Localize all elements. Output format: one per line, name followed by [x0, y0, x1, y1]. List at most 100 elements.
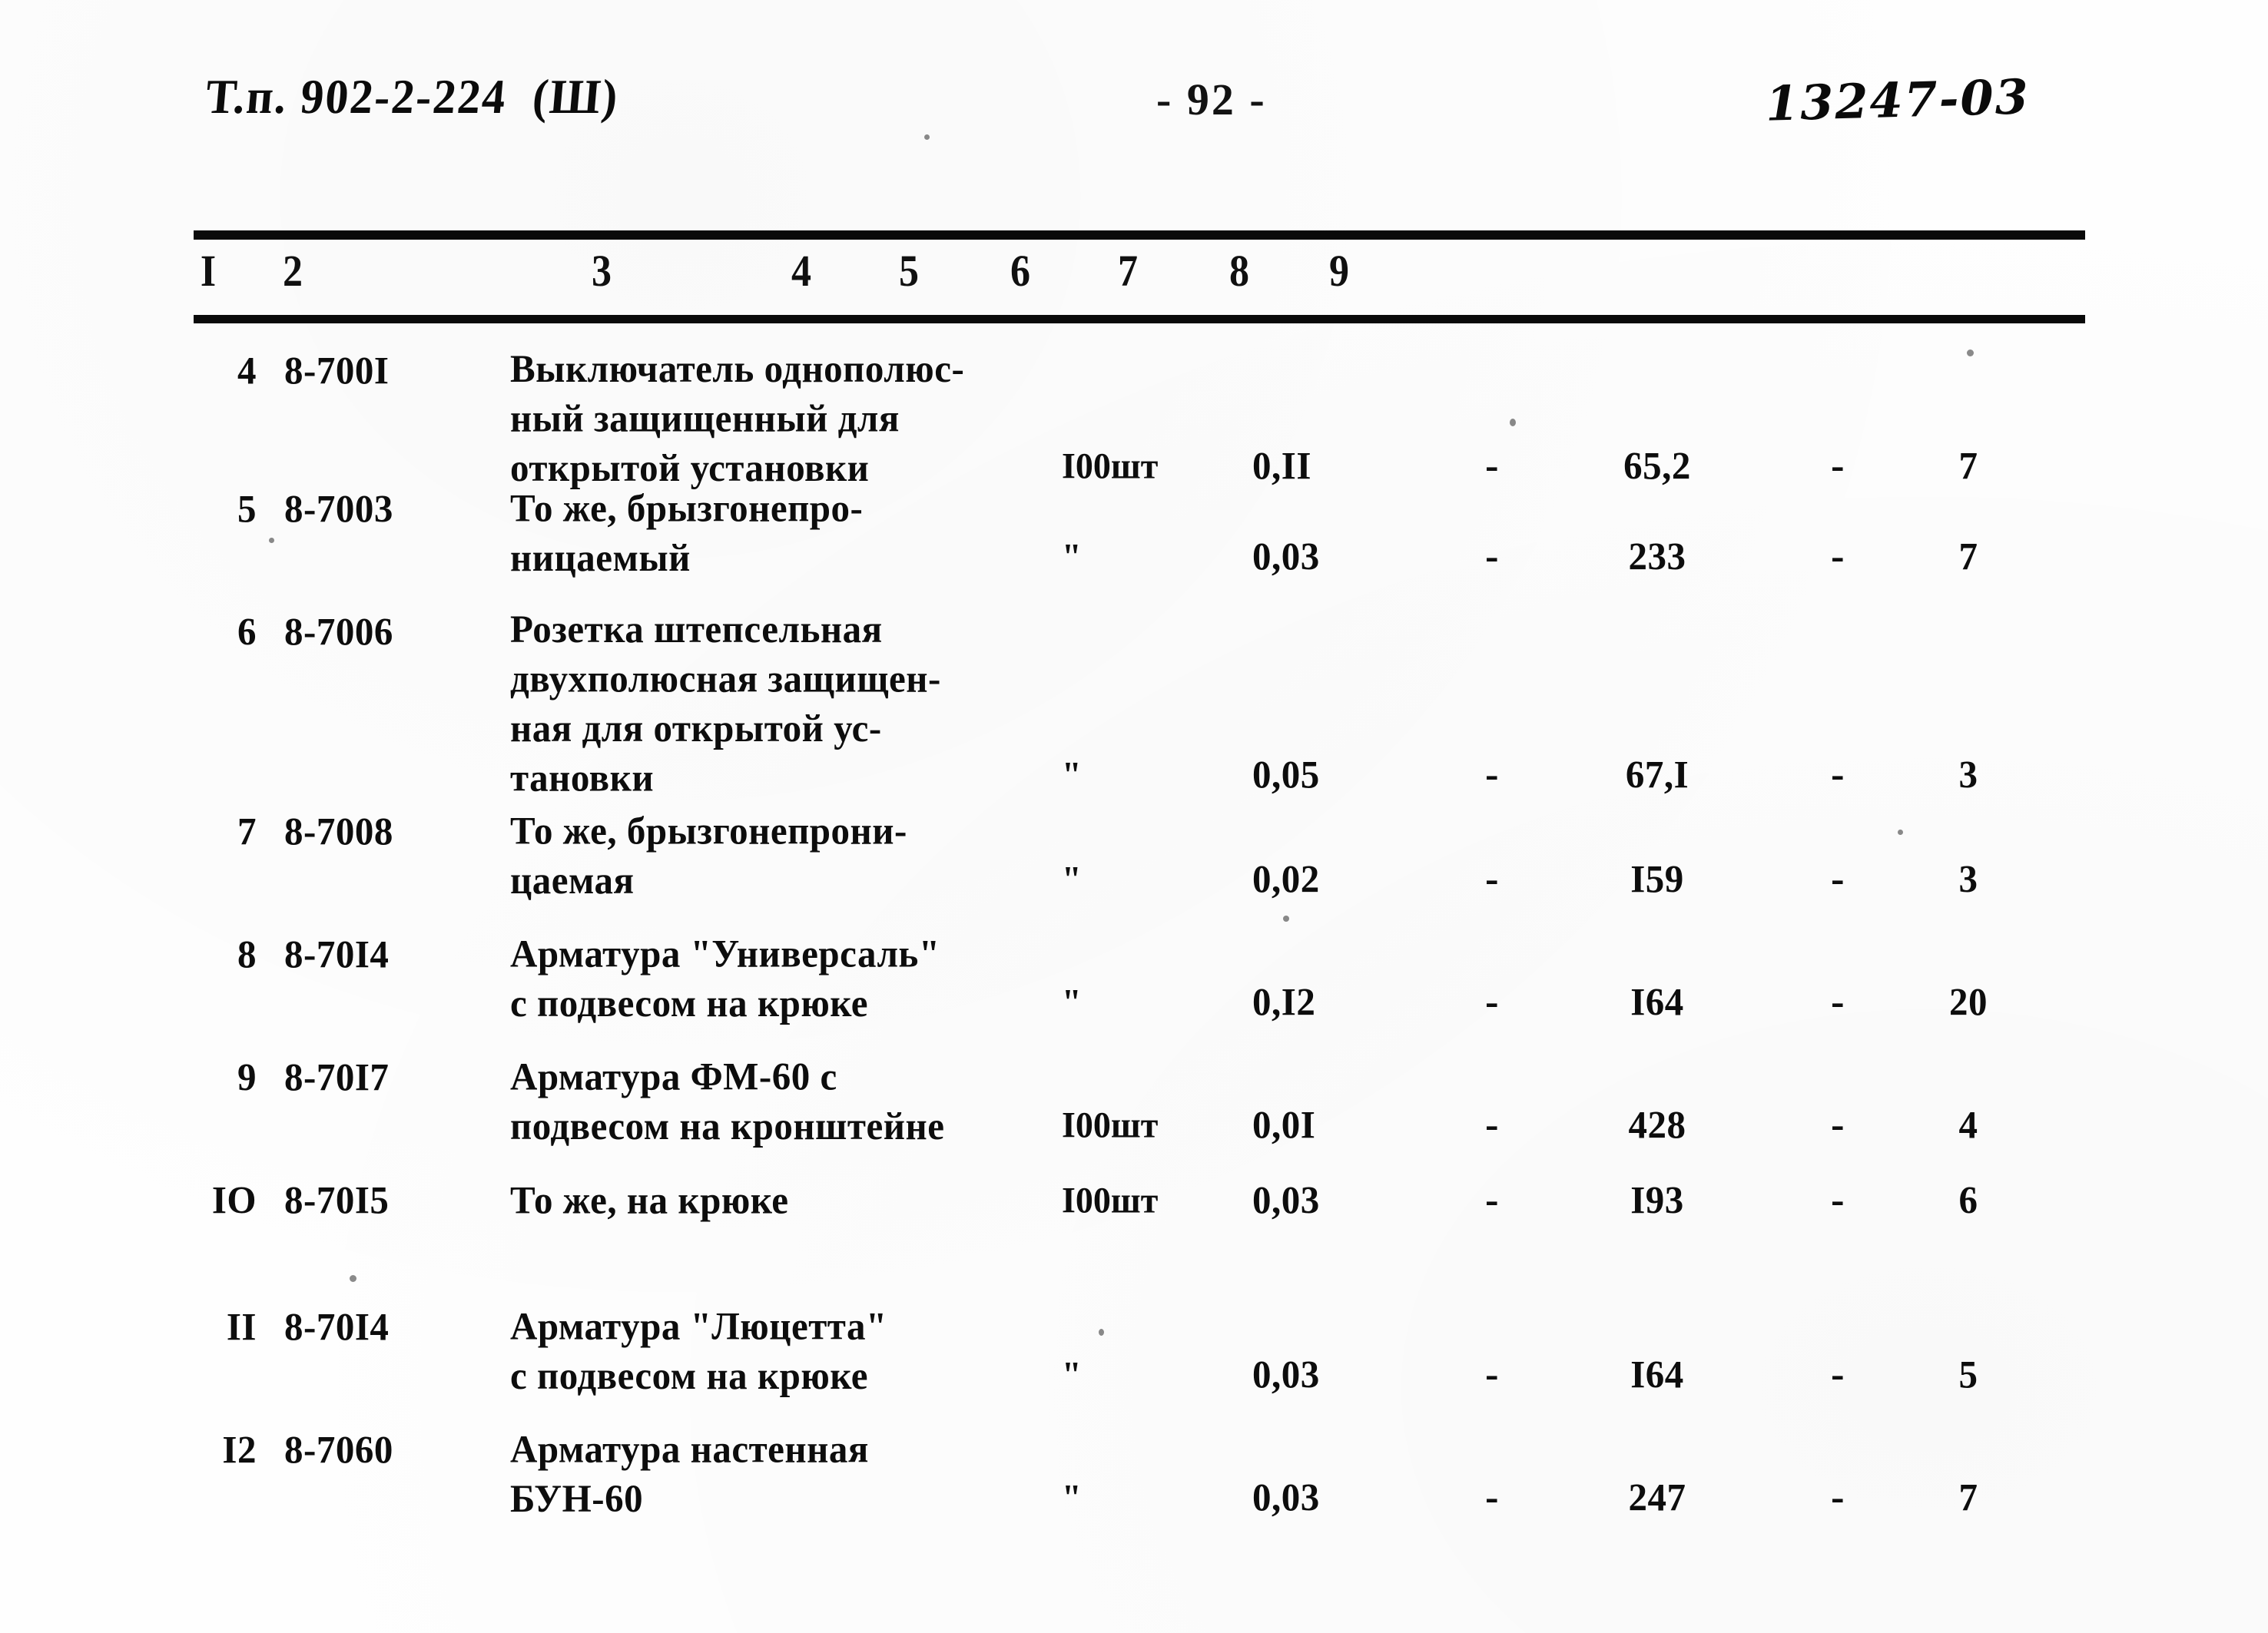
- cell-name: Арматура "Люцетта" с подвесом на крюке: [510, 1303, 887, 1398]
- page-number: - 92 -: [1156, 75, 1267, 124]
- cell-no: 8: [237, 932, 257, 977]
- cell-col9: 6: [1958, 1178, 1978, 1223]
- cell-col8: -: [1831, 1474, 1845, 1521]
- archive-stamp-number: 13247-03: [1765, 68, 2031, 132]
- table-column-header-3: 3: [592, 247, 612, 296]
- cell-code: 8-7008: [284, 809, 393, 854]
- cell-unit: I00шт: [1062, 445, 1159, 486]
- cell-col7: 65,2: [1623, 443, 1691, 489]
- scanned-document-page: Т.п. 902-2-224 (Ш) - 92 - 13247-03 I2345…: [0, 0, 2268, 1633]
- cell-unit: ": [1062, 858, 1082, 899]
- cell-col7: I64: [1630, 979, 1684, 1025]
- document-header: Т.п. 902-2-224 (Ш) - 92 - 13247-03: [0, 68, 2268, 132]
- cell-name: То же, на крюке: [510, 1178, 789, 1223]
- cell-col7: 233: [1628, 534, 1686, 579]
- cell-unit: I00шт: [1062, 1179, 1159, 1221]
- cell-qty: 0,0I: [1252, 1102, 1316, 1148]
- cell-name: Арматура "Универсаль" с подвесом на крюк…: [510, 931, 940, 1025]
- cell-col6: -: [1485, 979, 1499, 1025]
- cell-col9: 7: [1958, 534, 1978, 579]
- cell-no: 7: [237, 809, 257, 854]
- cell-no: 9: [237, 1055, 257, 1100]
- cell-qty: 0,03: [1252, 1178, 1320, 1223]
- cell-code: 8-700I: [284, 348, 390, 393]
- cell-no: 4: [237, 348, 257, 393]
- scan-speck: [1510, 419, 1516, 426]
- cell-col7: I64: [1630, 1352, 1684, 1397]
- table-column-header-row: I 2 3 4 5 6 7 8 9: [194, 247, 2085, 307]
- cell-col6: -: [1485, 751, 1499, 798]
- cell-col8: -: [1831, 979, 1845, 1025]
- cell-no: 5: [237, 486, 257, 532]
- cell-code: 8-7060: [284, 1427, 393, 1472]
- cell-code: 8-70I7: [284, 1055, 390, 1100]
- table-column-header-8: 8: [1229, 247, 1249, 296]
- cell-col7: 67,I: [1625, 752, 1689, 797]
- scan-speck: [1283, 916, 1289, 922]
- cell-col6: -: [1485, 1351, 1499, 1398]
- table-column-header-6: 6: [1010, 247, 1030, 296]
- cell-name: Арматура настенная БУН-60: [510, 1426, 869, 1521]
- cell-col8: -: [1831, 1177, 1845, 1224]
- table-header-rule: [194, 315, 2085, 323]
- table-top-rule: [194, 230, 2085, 240]
- cell-unit: ": [1062, 1353, 1082, 1395]
- cell-qty: 0,I2: [1252, 979, 1316, 1025]
- cell-qty: 0,02: [1252, 856, 1320, 902]
- cell-no: 6: [237, 609, 257, 654]
- cell-col8: -: [1831, 442, 1845, 489]
- table-column-header-5: 5: [899, 247, 919, 296]
- cell-col6: -: [1485, 1101, 1499, 1148]
- cell-col8: -: [1831, 1351, 1845, 1398]
- table-column-header-7: 7: [1118, 247, 1138, 296]
- cell-unit: ": [1062, 1476, 1082, 1518]
- cell-col8: -: [1831, 856, 1845, 903]
- cell-col6: -: [1485, 856, 1499, 903]
- table-column-header-2: 2: [283, 247, 303, 296]
- cell-code: 8-70I4: [284, 932, 390, 977]
- cell-col6: -: [1485, 1474, 1499, 1521]
- cell-name: Розетка штепсельная двухполюсная защищен…: [510, 607, 941, 800]
- cell-col7: I59: [1630, 856, 1684, 902]
- cell-no: IO: [211, 1178, 257, 1223]
- cell-col9: 4: [1958, 1102, 1978, 1148]
- cell-code: 8-70I4: [284, 1304, 390, 1350]
- cell-col9: 5: [1958, 1352, 1978, 1397]
- cell-col7: 247: [1628, 1475, 1686, 1520]
- cell-unit: ": [1062, 754, 1082, 795]
- scan-speck: [1099, 1329, 1104, 1336]
- cell-no: II: [226, 1304, 257, 1350]
- cell-no: I2: [222, 1427, 257, 1472]
- cell-code: 8-7006: [284, 609, 393, 654]
- cell-code: 8-7003: [284, 486, 393, 532]
- cell-col9: 7: [1958, 443, 1978, 489]
- cell-col9: 7: [1958, 1475, 1978, 1520]
- cell-qty: 0,03: [1252, 1475, 1320, 1520]
- scan-speck: [269, 538, 274, 543]
- cell-name: Арматура ФМ-60 с подвесом на кронштейне: [510, 1054, 945, 1148]
- cell-unit: I00шт: [1062, 1104, 1159, 1145]
- scan-speck: [1967, 349, 1974, 356]
- cell-unit: ": [1062, 535, 1082, 577]
- cell-col6: -: [1485, 1177, 1499, 1224]
- scan-speck: [1898, 830, 1903, 835]
- cell-col7: 428: [1628, 1102, 1686, 1148]
- document-code: Т.п. 902-2-224 (Ш): [203, 69, 622, 124]
- table-column-header-4: 4: [791, 247, 811, 296]
- cell-name: Выключатель однополюс- ный защищенный дл…: [510, 346, 965, 490]
- cell-col9: 20: [1949, 979, 1988, 1025]
- cell-code: 8-70I5: [284, 1178, 390, 1223]
- cell-col6: -: [1485, 442, 1499, 489]
- cell-qty: 0,05: [1252, 752, 1320, 797]
- cell-name: То же, брызгонепрони- цаемая: [510, 808, 907, 903]
- cell-col8: -: [1831, 1101, 1845, 1148]
- cell-qty: 0,03: [1252, 534, 1320, 579]
- cell-unit: ": [1062, 981, 1082, 1022]
- scan-speck: [350, 1275, 356, 1282]
- cell-col8: -: [1831, 751, 1845, 798]
- table-column-header-9: 9: [1329, 247, 1349, 296]
- cell-col7: I93: [1630, 1178, 1684, 1223]
- cell-col8: -: [1831, 533, 1845, 580]
- cell-name: То же, брызгонепро- ницаемый: [510, 485, 864, 580]
- cell-col9: 3: [1958, 752, 1978, 797]
